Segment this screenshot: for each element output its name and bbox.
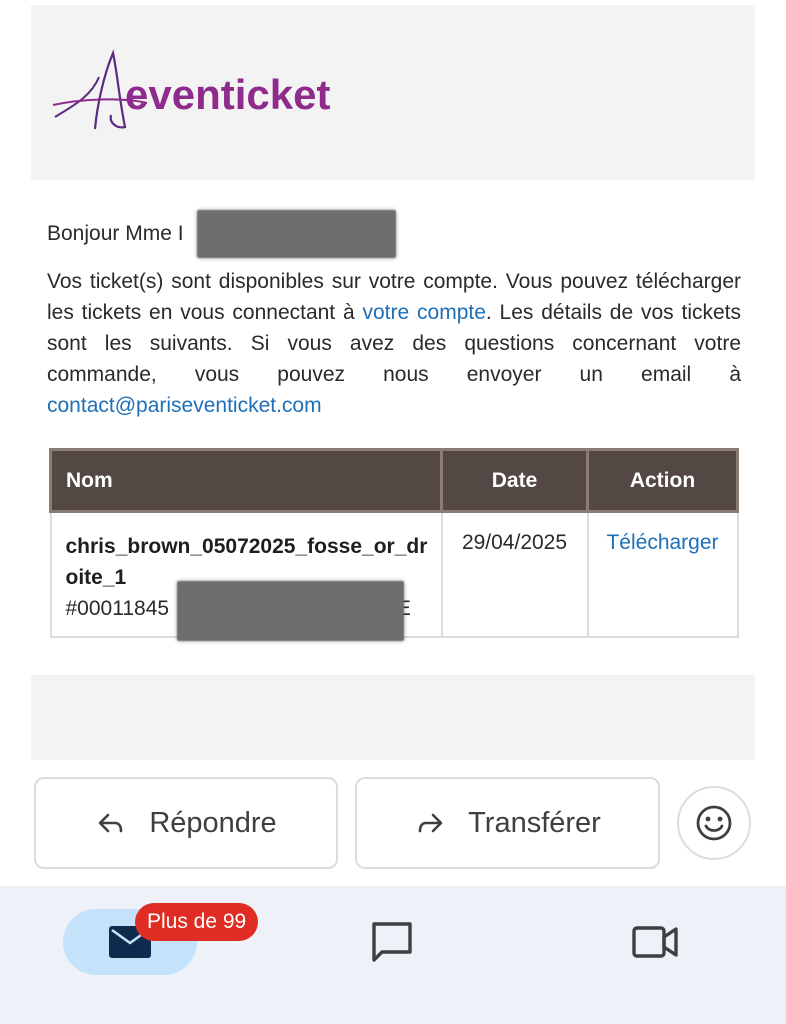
table-header-row: Nom Date Action	[49, 448, 739, 513]
reply-button[interactable]: Répondre	[34, 777, 338, 869]
email-body: Vos ticket(s) sont disponibles sur votre…	[47, 266, 741, 421]
emoji-reaction-button[interactable]	[677, 786, 751, 860]
logo-band: eventicket	[31, 5, 755, 180]
message-actions: Répondre Transférer	[0, 777, 786, 872]
forward-button[interactable]: Transférer	[355, 777, 660, 869]
smiley-icon	[696, 805, 732, 841]
reply-icon	[95, 807, 127, 839]
reply-label: Répondre	[149, 806, 277, 839]
table-row: chris_brown_05072025_fosse_or_droite_1 #…	[49, 510, 739, 641]
email-card: Bonjour Mme I Vos ticket(s) sont disponi…	[31, 180, 755, 675]
chat-icon	[372, 922, 412, 962]
ticket-reference-start: #00011845	[65, 597, 170, 620]
tickets-table: Nom Date Action chris_brown_05072025_fos…	[49, 448, 739, 641]
account-link[interactable]: votre compte	[363, 301, 486, 324]
redaction-block	[197, 210, 396, 258]
ticket-name-cell: chris_brown_05072025_fosse_or_droite_1 #…	[49, 510, 443, 641]
contact-email-link[interactable]: contact@pariseventicket.com	[47, 394, 322, 417]
unread-count-badge: Plus de 99	[135, 903, 259, 941]
nav-meet-tab[interactable]	[628, 918, 682, 966]
download-link[interactable]: Télécharger	[606, 531, 718, 554]
nav-chat-tab[interactable]	[367, 918, 417, 966]
header-nom: Nom	[49, 448, 443, 513]
header-date: Date	[440, 448, 589, 513]
forward-icon	[414, 807, 446, 839]
email-frame: eventicket Bonjour Mme I Vos ticket(s) s…	[31, 5, 755, 760]
bottom-navigation: Plus de 99	[0, 886, 786, 1024]
brand-name: eventicket	[125, 71, 330, 118]
ticket-action-cell: Télécharger	[586, 510, 739, 638]
ticket-date: 29/04/2025	[440, 510, 589, 638]
greeting: Bonjour Mme I	[47, 222, 184, 245]
forward-label: Transférer	[468, 806, 601, 839]
eventicket-logo: eventicket	[52, 49, 330, 130]
video-camera-icon	[632, 926, 678, 958]
header-action: Action	[586, 448, 739, 513]
redaction-block	[176, 581, 404, 641]
